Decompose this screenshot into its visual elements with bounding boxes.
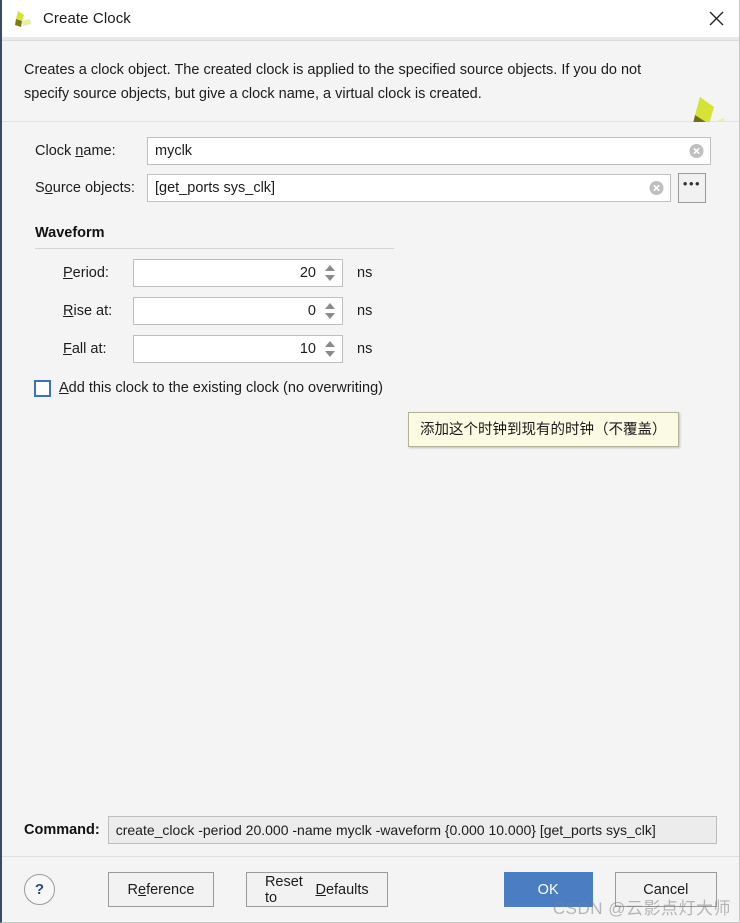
chevron-up-icon[interactable] <box>325 265 335 271</box>
waveform-group-header: Waveform <box>35 225 395 241</box>
rise-at-row: Rise at: ns <box>63 297 372 325</box>
add-clock-checkbox[interactable] <box>34 380 51 397</box>
dialog-header: Creates a clock object. The created cloc… <box>2 41 739 122</box>
command-label: Command: <box>24 822 100 838</box>
command-row: Command: create_clock -period 20.000 -na… <box>2 816 739 844</box>
rise-at-stepper[interactable] <box>133 297 343 325</box>
tooltip-text: 添加这个时钟到现有的时钟（不覆盖） <box>420 422 667 438</box>
rise-at-stepper-arrows[interactable] <box>321 298 339 324</box>
clear-icon[interactable] <box>689 143 704 158</box>
cancel-button[interactable]: Cancel <box>615 872 717 907</box>
period-label: Period: <box>63 265 133 281</box>
close-icon[interactable] <box>693 0 739 37</box>
rise-at-input[interactable] <box>134 298 342 324</box>
fall-at-label: Fall at: <box>63 341 133 357</box>
period-unit: ns <box>357 265 372 281</box>
add-clock-checkbox-row[interactable]: Add this clock to the existing clock (no… <box>34 380 383 397</box>
period-stepper-arrows[interactable] <box>321 260 339 286</box>
fall-at-input[interactable] <box>134 336 342 362</box>
chevron-down-icon[interactable] <box>325 275 335 281</box>
clear-icon[interactable] <box>649 180 664 195</box>
browse-source-objects-button[interactable]: ••• <box>678 173 706 203</box>
chevron-down-icon[interactable] <box>325 313 335 319</box>
ok-button[interactable]: OK <box>504 872 593 907</box>
chevron-up-icon[interactable] <box>325 341 335 347</box>
clock-name-input[interactable] <box>148 138 710 164</box>
vivado-logo-icon <box>11 8 37 30</box>
dialog-description: Creates a clock object. The created cloc… <box>24 59 654 107</box>
source-objects-field[interactable] <box>147 174 671 202</box>
title-bar: Create Clock <box>2 0 739 37</box>
clock-name-label: Clock name: <box>35 143 147 159</box>
fall-at-row: Fall at: ns <box>63 335 372 363</box>
rise-at-label: Rise at: <box>63 303 133 319</box>
source-objects-row: Source objects: ••• <box>35 173 711 203</box>
clock-name-row: Clock name: <box>35 137 711 165</box>
clock-name-field[interactable] <box>147 137 711 165</box>
help-button[interactable]: ? <box>24 874 55 905</box>
source-objects-label: Source objects: <box>35 180 147 196</box>
chevron-down-icon[interactable] <box>325 351 335 357</box>
add-clock-checkbox-label[interactable]: Add this clock to the existing clock (no… <box>59 380 383 396</box>
rise-at-unit: ns <box>357 303 372 319</box>
dialog-footer: ? Reference Reset to Defaults OK Cancel … <box>2 856 739 922</box>
fall-at-stepper[interactable] <box>133 335 343 363</box>
period-stepper[interactable] <box>133 259 343 287</box>
reference-button[interactable]: Reference <box>108 872 214 907</box>
period-row: Period: ns <box>63 259 372 287</box>
dialog-body: Clock name: Source objects: <box>2 122 739 856</box>
period-input[interactable] <box>134 260 342 286</box>
checkbox-tooltip: 添加这个时钟到现有的时钟（不覆盖） <box>408 412 679 447</box>
waveform-title: Waveform <box>35 225 395 241</box>
command-value[interactable]: create_clock -period 20.000 -name myclk … <box>108 816 717 844</box>
dialog-title: Create Clock <box>43 10 131 27</box>
source-objects-input[interactable] <box>148 175 670 201</box>
create-clock-dialog: Create Clock Creates a clock object. The… <box>0 0 740 923</box>
fall-at-stepper-arrows[interactable] <box>321 336 339 362</box>
chevron-up-icon[interactable] <box>325 303 335 309</box>
reset-to-defaults-button[interactable]: Reset to Defaults <box>246 872 388 907</box>
waveform-separator <box>35 248 394 249</box>
ellipsis-icon: ••• <box>683 181 701 187</box>
fall-at-unit: ns <box>357 341 372 357</box>
question-mark-icon: ? <box>35 881 44 898</box>
